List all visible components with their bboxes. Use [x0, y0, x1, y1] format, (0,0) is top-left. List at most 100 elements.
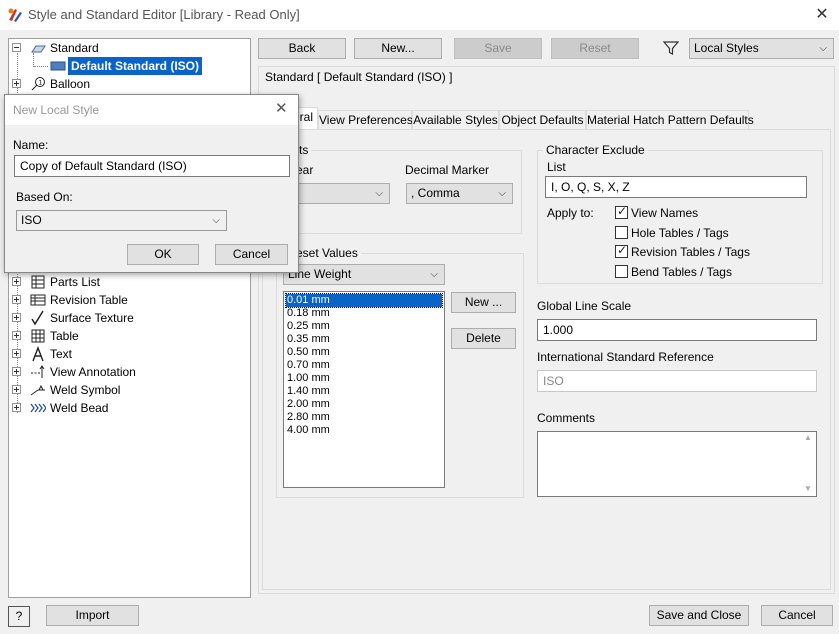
list-item[interactable]: 0.50 mm [286, 346, 442, 359]
cancel-button[interactable]: Cancel [761, 605, 833, 626]
chevron-down-icon: ⌵ [212, 215, 220, 226]
list-item[interactable]: 0.18 mm [286, 307, 442, 320]
list-item[interactable]: 4.00 mm [286, 424, 442, 437]
list-item[interactable]: 0.70 mm [286, 359, 442, 372]
chevron-down-icon: ⌵ [819, 43, 827, 54]
expand-icon[interactable] [12, 79, 21, 88]
hole-tables-checkbox[interactable] [615, 226, 628, 239]
revision-tables-label: Revision Tables / Tags [631, 245, 750, 259]
import-button[interactable]: Import [46, 605, 139, 626]
list-item[interactable]: 0.01 mm [285, 293, 443, 308]
help-button[interactable]: ? [8, 606, 30, 627]
tree-item-weld-bead[interactable]: Weld Bead [12, 399, 242, 417]
tree-item-label-selected: Default Standard (ISO) [68, 57, 203, 75]
chevron-down-icon: ⌵ [498, 188, 506, 199]
expand-icon[interactable] [12, 403, 21, 412]
global-line-scale-input[interactable]: 1.000 [537, 319, 817, 341]
revision-tables-checkbox[interactable] [615, 243, 628, 258]
tree-item-standard[interactable]: Standard [12, 39, 242, 57]
new-local-style-dialog[interactable]: New Local Style ✕ Name: Copy of Default … [4, 94, 299, 273]
tree-item-view-annotation[interactable]: View Annotation [12, 363, 242, 381]
view-names-label: View Names [631, 206, 699, 220]
revision-table-icon [30, 294, 46, 306]
save-button[interactable]: Save [454, 38, 542, 59]
exclude-list-input[interactable]: I, O, Q, S, X, Z [545, 176, 807, 198]
standard-icon [31, 45, 46, 53]
balloon-icon: 1 [31, 77, 45, 91]
new-button[interactable]: New... [354, 38, 442, 59]
standard-header: Standard [ Default Standard (ISO) ] [265, 70, 453, 84]
bend-tables-label: Bend Tables / Tags [631, 265, 732, 279]
tree-item-default-standard[interactable]: Default Standard (ISO) [34, 57, 244, 75]
preset-type-dropdown[interactable]: Line Weight ⌵ [283, 264, 445, 285]
dialog-based-on-value: ISO [21, 213, 42, 227]
tab-object-defaults[interactable]: Object Defaults [499, 110, 586, 130]
dialog-title: New Local Style [13, 103, 100, 117]
tree-item-parts-list[interactable]: Parts List [12, 273, 242, 291]
save-and-close-button[interactable]: Save and Close [649, 605, 749, 626]
expand-icon[interactable] [12, 349, 21, 358]
character-exclude-title: Character Exclude [543, 143, 648, 157]
list-item[interactable]: 1.40 mm [286, 385, 442, 398]
expand-icon[interactable] [12, 295, 21, 304]
tree-item-surface-texture[interactable]: Surface Texture [12, 309, 242, 327]
decimal-marker-dropdown[interactable]: , Comma ⌵ [406, 183, 513, 204]
tab-view-preferences[interactable]: View Preferences [318, 110, 413, 130]
view-names-checkbox[interactable] [615, 204, 628, 219]
tree-item-balloon[interactable]: 1 Balloon [12, 75, 242, 93]
expand-icon[interactable] [12, 313, 21, 322]
tree-item-text[interactable]: Text [12, 345, 242, 363]
standard-doc-icon [50, 61, 66, 71]
title-bar: Style and Standard Editor [Library - Rea… [0, 0, 839, 30]
reset-button[interactable]: Reset [551, 38, 639, 59]
tab-available-styles[interactable]: Available Styles [412, 110, 499, 130]
tree-item-weld-symbol[interactable]: Weld Symbol [12, 381, 242, 399]
expand-icon[interactable] [12, 277, 21, 286]
dialog-name-label: Name: [13, 138, 49, 152]
text-icon [32, 346, 44, 362]
comments-textarea[interactable] [537, 431, 817, 497]
apply-to-label: Apply to: [547, 206, 594, 220]
intl-standard-reference-label: International Standard Reference [537, 350, 714, 364]
preset-values-list[interactable]: 0.01 mm 0.18 mm 0.25 mm 0.35 mm 0.50 mm 0.70 … [283, 291, 445, 488]
global-line-scale-label: Global Line Scale [537, 299, 632, 313]
tree-item-table[interactable]: Table [12, 327, 242, 345]
dialog-name-input[interactable]: Copy of Default Standard (ISO) [14, 155, 290, 177]
exclude-list-label: List [547, 160, 566, 174]
app-icon [8, 8, 22, 22]
comments-label: Comments [537, 411, 596, 425]
parts-list-icon [31, 275, 45, 289]
dialog-ok-button[interactable]: OK [127, 244, 199, 265]
scroll-up-icon[interactable]: ▲ [804, 433, 812, 442]
window-close-icon[interactable]: ✕ [810, 4, 834, 26]
expand-icon[interactable] [12, 331, 21, 340]
expand-icon[interactable] [12, 385, 21, 394]
scroll-down-icon[interactable]: ▼ [804, 484, 812, 493]
hole-tables-label: Hole Tables / Tags [631, 226, 729, 240]
bend-tables-checkbox[interactable] [615, 265, 628, 278]
list-item[interactable]: 1.00 mm [286, 372, 442, 385]
list-item[interactable]: 2.00 mm [286, 398, 442, 411]
style-filter-dropdown[interactable]: Local Styles ⌵ [689, 38, 834, 59]
weld-symbol-icon [30, 384, 45, 396]
dialog-based-on-label: Based On: [16, 190, 73, 204]
dialog-cancel-button[interactable]: Cancel [215, 244, 288, 265]
delete-preset-button[interactable]: Delete [451, 328, 516, 349]
chevron-down-icon: ⌵ [430, 269, 438, 280]
list-item[interactable]: 2.80 mm [286, 411, 442, 424]
decimal-marker-label: Decimal Marker [405, 163, 490, 177]
intl-standard-reference-input: ISO [537, 370, 817, 392]
back-button[interactable]: Back [258, 38, 346, 59]
collapse-icon[interactable] [12, 43, 21, 52]
preset-values-title: eset Values [293, 246, 361, 260]
list-item[interactable]: 0.35 mm [286, 333, 442, 346]
expand-icon[interactable] [12, 367, 21, 376]
dialog-close-icon[interactable]: ✕ [275, 99, 288, 117]
tab-material-hatch-pattern-defaults[interactable]: Material Hatch Pattern Defaults [586, 110, 754, 130]
list-item[interactable]: 0.25 mm [286, 320, 442, 333]
dialog-based-on-dropdown[interactable]: ISO ⌵ [16, 210, 227, 231]
filter-icon [663, 41, 679, 55]
weld-bead-icon [30, 403, 46, 413]
new-preset-button[interactable]: New ... [451, 292, 516, 313]
tree-item-revision-table[interactable]: Revision Table [12, 291, 242, 309]
